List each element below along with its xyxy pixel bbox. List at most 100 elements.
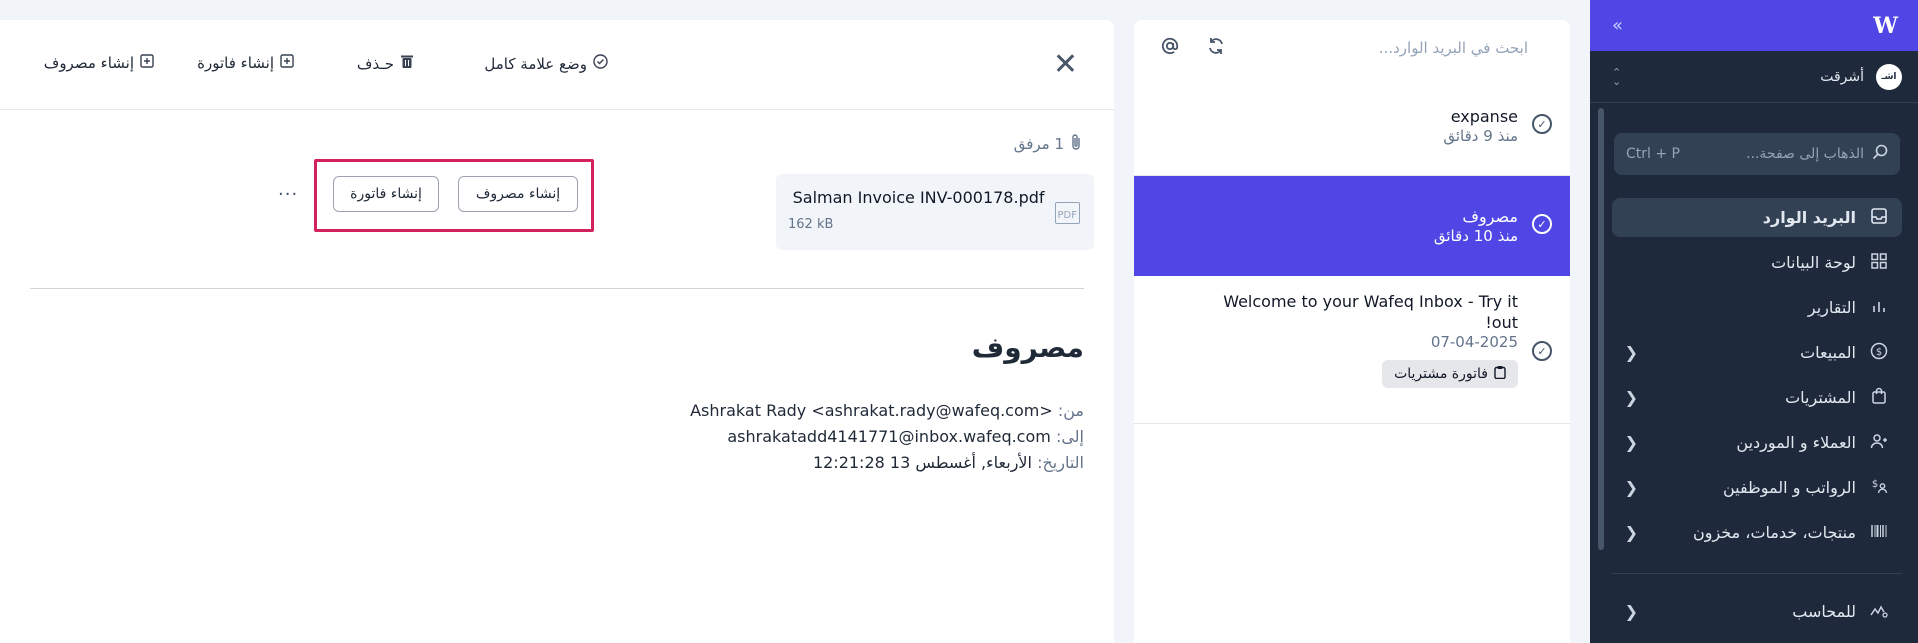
meta-date: التاريخ: الأربعاء, أغسطس 13 12:21:28 bbox=[690, 450, 1084, 476]
refresh-icon[interactable] bbox=[1206, 36, 1226, 61]
mail-tag[interactable]: فاتورة مشتريات bbox=[1382, 360, 1518, 388]
mail-title: مصروف bbox=[1462, 207, 1518, 226]
delete-button[interactable]: حـذف bbox=[357, 54, 414, 73]
message-meta: من: Ashrakat Rady <ashrakat.rady@wafeq.c… bbox=[690, 398, 1084, 476]
org-switcher[interactable]: اشـ أشرقت ⌃ ⌄ bbox=[1590, 51, 1918, 103]
chevron-updown-icon[interactable]: ⌃ ⌄ bbox=[1612, 67, 1621, 87]
attachment-filename: Salman Invoice INV-000178.pdf bbox=[792, 188, 1045, 207]
mail-time: منذ 9 دقائق bbox=[1443, 127, 1518, 145]
delete-label: حـذف bbox=[356, 54, 394, 73]
inbox-list-panel: ابحث في البريد الوارد... ✓ expanse منذ 9… bbox=[1134, 20, 1570, 643]
check-circle-icon[interactable]: ✓ bbox=[1532, 341, 1552, 361]
collapse-sidebar-icon[interactable]: » bbox=[1612, 15, 1623, 36]
svg-text:$: $ bbox=[1876, 347, 1882, 358]
chart-icon bbox=[1868, 297, 1890, 319]
mail-time: 07-04-2025 bbox=[1430, 333, 1518, 351]
message-toolbar: ✕ وضع علامة كامل حـذف إنشاء فاتورة إنشاء… bbox=[0, 20, 1114, 110]
create-expense-label: إنشاء مصروف bbox=[43, 54, 134, 72]
sidebar-header: W » bbox=[1590, 0, 1918, 51]
chevron-left-icon: ❮ bbox=[1624, 343, 1638, 362]
create-invoice-label: إنشاء فاتورة bbox=[197, 54, 274, 72]
accountant-icon bbox=[1868, 601, 1890, 623]
sidebar-item-inbox[interactable]: البريد الوارد bbox=[1612, 198, 1902, 237]
payroll-icon: $ bbox=[1868, 477, 1890, 499]
mail-tag-label: فاتورة مشتريات bbox=[1394, 366, 1488, 382]
attachment-info: Salman Invoice INV-000178.pdf 162 kB bbox=[788, 188, 1045, 232]
sidebar-item-payroll[interactable]: $ الرواتب و الموظفين ❮ bbox=[1612, 468, 1902, 507]
check-circle-icon bbox=[593, 54, 608, 73]
meta-to: إلى: ashrakatadd4141771@inbox.wafeq.com bbox=[690, 424, 1084, 450]
to-label: إلى: bbox=[1055, 427, 1084, 446]
sidebar-item-label: التقارير bbox=[1807, 298, 1856, 317]
sidebar-item-label: العملاء و الموردين bbox=[1736, 433, 1856, 452]
sidebar-item-reports[interactable]: التقارير bbox=[1612, 288, 1902, 327]
message-detail-panel: ✕ وضع علامة كامل حـذف إنشاء فاتورة إنشاء… bbox=[0, 20, 1114, 643]
more-options-icon[interactable]: ··· bbox=[278, 184, 298, 205]
close-icon[interactable]: ✕ bbox=[1053, 50, 1078, 80]
org-info: اشـ أشرقت bbox=[1820, 63, 1902, 90]
mark-complete-label: وضع علامة كامل bbox=[484, 54, 587, 73]
attachment-card[interactable]: PDF Salman Invoice INV-000178.pdf 162 kB bbox=[776, 174, 1094, 250]
sidebar: W » اشـ أشرقت ⌃ ⌄ الذهاب إلى صفحة... Ctrl… bbox=[1590, 0, 1918, 643]
from-label: من: bbox=[1057, 401, 1084, 420]
chevron-left-icon: ❮ bbox=[1624, 478, 1638, 497]
attachments-count-label: 1 مرفق bbox=[1013, 135, 1064, 153]
mail-title: Welcome to your Wafeq Inbox - Try it out… bbox=[1223, 292, 1518, 332]
sidebar-item-sales[interactable]: $ المبيعات ❮ bbox=[1612, 333, 1902, 372]
sidebar-item-products[interactable]: منتجات، خدمات، مخزون ❮ bbox=[1612, 513, 1902, 552]
mail-time: منذ 10 دقائق bbox=[1433, 227, 1518, 245]
mail-item[interactable]: ✓ Welcome to your Wafeq Inbox - Try it o… bbox=[1134, 276, 1570, 424]
inbox-icon bbox=[1868, 207, 1890, 229]
sidebar-item-accountant[interactable]: للمحاسب ❮ bbox=[1612, 592, 1902, 631]
attachment-create-invoice-button[interactable]: إنشاء فاتورة bbox=[333, 176, 439, 212]
sidebar-item-label: لوحة البيانات bbox=[1771, 253, 1856, 272]
create-expense-button[interactable]: إنشاء مصروف bbox=[44, 54, 154, 72]
sidebar-item-label: للمحاسب bbox=[1792, 602, 1856, 621]
to-value: ashrakatadd4141771@inbox.wafeq.com bbox=[727, 427, 1051, 446]
check-circle-icon[interactable]: ✓ bbox=[1532, 214, 1552, 234]
mail-item-body: مصروف منذ 10 دقائق bbox=[1174, 206, 1518, 246]
attachment-create-expense-button[interactable]: إنشاء مصروف bbox=[458, 176, 578, 212]
dashboard-icon bbox=[1868, 252, 1890, 274]
inbox-header: ابحث في البريد الوارد... bbox=[1134, 20, 1570, 76]
mail-item-body: Welcome to your Wafeq Inbox - Try it out… bbox=[1174, 291, 1518, 388]
plus-square-icon bbox=[140, 54, 154, 72]
mail-item-selected[interactable]: ✓ مصروف منذ 10 دقائق bbox=[1134, 176, 1570, 276]
sidebar-item-label: الرواتب و الموظفين bbox=[1722, 478, 1856, 497]
sidebar-item-label: منتجات، خدمات، مخزون bbox=[1693, 523, 1856, 542]
users-icon bbox=[1868, 432, 1890, 454]
mark-complete-button[interactable]: وضع علامة كامل bbox=[484, 54, 608, 73]
pdf-file-icon: PDF bbox=[1054, 202, 1080, 224]
sidebar-item-dashboard[interactable]: لوحة البيانات bbox=[1612, 243, 1902, 282]
clipboard-icon bbox=[1494, 365, 1506, 383]
sidebar-item-purchases[interactable]: المشتريات ❮ bbox=[1612, 378, 1902, 417]
chevron-left-icon: ❮ bbox=[1624, 388, 1638, 407]
shortcut-hint: Ctrl + P bbox=[1626, 146, 1680, 162]
sidebar-nav: البريد الوارد لوحة البيانات التقارير $ ا… bbox=[1612, 198, 1902, 558]
check-circle-icon[interactable]: ✓ bbox=[1532, 114, 1552, 134]
goto-page-search[interactable]: الذهاب إلى صفحة... Ctrl + P bbox=[1614, 133, 1900, 175]
sidebar-accountant: للمحاسب ❮ bbox=[1612, 592, 1902, 637]
svg-text:$: $ bbox=[1872, 479, 1878, 490]
sidebar-item-contacts[interactable]: العملاء و الموردين ❮ bbox=[1612, 423, 1902, 462]
inbox-header-actions bbox=[1160, 36, 1226, 61]
search-icon bbox=[1872, 144, 1888, 164]
sidebar-item-label: البريد الوارد bbox=[1762, 208, 1856, 227]
create-invoice-button[interactable]: إنشاء فاتورة bbox=[197, 54, 294, 72]
chevron-left-icon: ❮ bbox=[1624, 433, 1638, 452]
mail-title: expanse bbox=[1450, 107, 1518, 126]
from-value: Ashrakat Rady <ashrakat.rady@wafeq.com> bbox=[690, 401, 1053, 420]
meta-from: من: Ashrakat Rady <ashrakat.rady@wafeq.c… bbox=[690, 398, 1084, 424]
inbox-search-input[interactable]: ابحث في البريد الوارد... bbox=[1379, 39, 1528, 57]
org-avatar: اشـ bbox=[1876, 63, 1902, 90]
sidebar-scrollbar[interactable] bbox=[1598, 108, 1604, 550]
paperclip-icon bbox=[1070, 133, 1082, 155]
mail-item[interactable]: ✓ expanse منذ 9 دقائق bbox=[1134, 76, 1570, 176]
barcode-icon bbox=[1868, 522, 1890, 544]
wafeq-logo[interactable]: W bbox=[1873, 13, 1898, 39]
mail-item-body: expanse منذ 9 دقائق bbox=[1174, 106, 1518, 146]
date-label: التاريخ: bbox=[1037, 453, 1084, 472]
sidebar-divider bbox=[1612, 573, 1902, 574]
sidebar-item-label: المبيعات bbox=[1800, 343, 1856, 362]
at-sign-icon[interactable] bbox=[1160, 36, 1180, 61]
